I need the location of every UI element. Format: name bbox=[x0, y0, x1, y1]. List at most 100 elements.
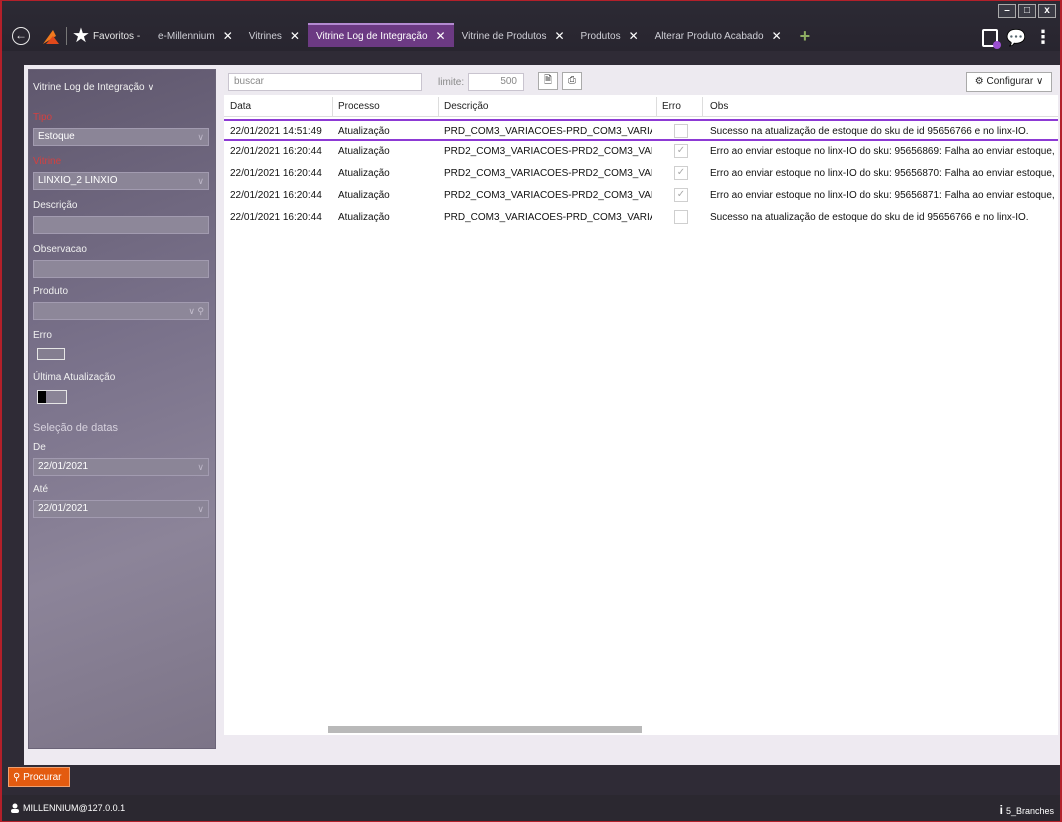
configurar-button[interactable]: ⚙ Configurar ∨ bbox=[966, 72, 1052, 92]
close-tab-icon[interactable]: ✕ bbox=[223, 29, 233, 43]
chat-icon[interactable]: 💬 bbox=[1006, 28, 1026, 48]
cell-data: 22/01/2021 16:20:44 bbox=[230, 146, 322, 157]
ate-value: 22/01/2021 bbox=[38, 503, 89, 514]
procurar-button[interactable]: ⚲ Procurar bbox=[8, 767, 70, 787]
more-menu-icon[interactable]: ⋮ bbox=[1034, 27, 1052, 48]
cell-processo: Atualização bbox=[338, 212, 390, 223]
export-icon[interactable]: 🗎 bbox=[538, 72, 558, 90]
close-tab-icon[interactable]: ✕ bbox=[554, 29, 564, 43]
observacao-input[interactable] bbox=[33, 260, 209, 278]
tab-label: Vitrines bbox=[248, 30, 282, 42]
filter-title-label: Vitrine Log de Integração bbox=[33, 82, 145, 93]
vitrine-select[interactable]: LINXIO_2 LINXIO ∨ bbox=[33, 172, 209, 190]
col-descricao[interactable]: Descrição bbox=[444, 101, 488, 112]
search-icon[interactable]: ∨ ⚲ bbox=[188, 303, 204, 319]
cell-processo: Atualização bbox=[338, 168, 390, 179]
cell-processo: Atualização bbox=[338, 126, 390, 137]
info-icon: i bbox=[999, 803, 1003, 817]
tab-label: Produtos bbox=[580, 30, 621, 42]
close-tab-icon[interactable]: ✕ bbox=[629, 29, 639, 43]
branch-label: 5_Branches bbox=[1005, 806, 1054, 816]
cell-data: 22/01/2021 16:20:44 bbox=[230, 212, 322, 223]
erro-checkbox[interactable] bbox=[674, 210, 688, 224]
table-row[interactable]: 22/01/2021 16:20:44 Atualização PRD2_COM3_… bbox=[224, 185, 1058, 207]
ultima-atualizacao-label: Última Atualização bbox=[33, 372, 116, 383]
tab-produtos[interactable]: Produtos ✕ bbox=[573, 25, 647, 47]
favorites-menu[interactable]: ★ Favoritos - bbox=[72, 25, 140, 47]
status-bar: MILLENNIUM@127.0.0.1 i 5_Branches bbox=[2, 795, 1060, 821]
descricao-input[interactable] bbox=[33, 216, 209, 234]
cell-obs: Erro ao enviar estoque no linx-IO do sku… bbox=[710, 168, 1054, 179]
cell-descricao: PRD2_COM3_VARIACOES-PRD2_COM3_VARI... bbox=[444, 146, 652, 157]
cell-processo: Atualização bbox=[338, 190, 390, 201]
divider bbox=[66, 27, 67, 45]
clipboard-icon[interactable] bbox=[982, 28, 1002, 49]
tab-e-millennium[interactable]: e-Millennium ✕ bbox=[150, 25, 241, 47]
erro-checkbox[interactable]: ✓ bbox=[674, 144, 688, 158]
horizontal-scrollbar[interactable] bbox=[328, 726, 642, 733]
cell-data: 22/01/2021 14:51:49 bbox=[230, 126, 322, 137]
cell-obs: Sucesso na atualização de estoque do sku… bbox=[710, 126, 1029, 137]
close-window-button[interactable]: x bbox=[1038, 4, 1056, 18]
ate-date-field[interactable]: 22/01/2021 ∨ bbox=[33, 500, 209, 518]
tab-vitrine-log[interactable]: Vitrine Log de Integração ✕ bbox=[307, 23, 454, 47]
app-window: – □ x ← ★ Favoritos - e-Millennium ✕ Vitr… bbox=[0, 0, 1062, 822]
produto-label: Produto bbox=[33, 286, 69, 297]
de-date-field[interactable]: 22/01/2021 ∨ bbox=[33, 458, 209, 476]
filter-panel: Vitrine Log de Integração ∨ Tipo Estoque ∨… bbox=[28, 69, 216, 749]
erro-checkbox[interactable] bbox=[674, 124, 688, 138]
erro-label: Erro bbox=[33, 330, 52, 341]
close-tab-icon[interactable]: ✕ bbox=[290, 29, 300, 43]
cell-data: 22/01/2021 16:20:44 bbox=[230, 168, 322, 179]
cell-data: 22/01/2021 16:20:44 bbox=[230, 190, 322, 201]
close-tab-icon[interactable]: ✕ bbox=[772, 29, 782, 43]
tipo-select[interactable]: Estoque ∨ bbox=[33, 128, 209, 146]
top-right-tools: 💬 ⋮ bbox=[982, 27, 1052, 49]
tab-label: Alterar Produto Acabado bbox=[654, 30, 764, 42]
maximize-button[interactable]: □ bbox=[1018, 4, 1036, 18]
user-info: MILLENNIUM@127.0.0.1 bbox=[10, 803, 125, 813]
main-content: Vitrine Log de Integração ∨ Tipo Estoque ∨… bbox=[24, 65, 1060, 765]
table-row[interactable]: 22/01/2021 16:20:44 Atualização PRD2_COM3_… bbox=[224, 163, 1058, 185]
table-row[interactable]: 22/01/2021 16:20:44 Atualização PRD2_COM3_… bbox=[224, 141, 1058, 163]
col-erro[interactable]: Erro bbox=[662, 101, 681, 112]
tipo-label: Tipo bbox=[33, 112, 53, 123]
col-obs[interactable]: Obs bbox=[710, 101, 728, 112]
search-input[interactable]: buscar bbox=[228, 73, 422, 91]
table-row[interactable]: 22/01/2021 14:51:49 Atualização PRD_COM3_V… bbox=[224, 119, 1058, 141]
col-processo[interactable]: Processo bbox=[338, 101, 380, 112]
close-tab-icon[interactable]: ✕ bbox=[436, 29, 446, 43]
table-row[interactable]: 22/01/2021 16:20:44 Atualização PRD_COM3_V… bbox=[224, 207, 1058, 229]
tab-vitrine-produtos[interactable]: Vitrine de Produtos ✕ bbox=[454, 25, 573, 47]
col-data[interactable]: Data bbox=[230, 101, 251, 112]
results-grid: buscar limite: 500 🗎 ⎙ ⚙ Configurar ∨ Da… bbox=[224, 69, 1058, 749]
produto-select[interactable]: ∨ ⚲ bbox=[33, 302, 209, 320]
chevron-down-icon: ∨ bbox=[197, 132, 204, 142]
cell-descricao: PRD_COM3_VARIACOES-PRD_COM3_VARIAC... bbox=[444, 126, 652, 137]
tab-label: Vitrine de Produtos bbox=[461, 30, 547, 42]
app-logo-icon bbox=[43, 30, 59, 44]
tab-label: e-Millennium bbox=[158, 30, 215, 42]
observacao-label: Observacao bbox=[33, 244, 87, 255]
tab-alterar-produto[interactable]: Alterar Produto Acabado ✕ bbox=[647, 25, 790, 47]
erro-toggle[interactable] bbox=[37, 348, 65, 360]
erro-checkbox[interactable]: ✓ bbox=[674, 188, 688, 202]
chevron-down-icon: ∨ bbox=[197, 176, 204, 186]
favorites-label: Favoritos - bbox=[92, 30, 141, 42]
cell-obs: Sucesso na atualização de estoque do sku… bbox=[710, 212, 1029, 223]
tabs: e-Millennium ✕ Vitrines ✕ Vitrine Log de I… bbox=[150, 23, 811, 47]
cell-descricao: PRD2_COM3_VARIACOES-PRD2_COM3_VARI... bbox=[444, 168, 652, 179]
erro-checkbox[interactable]: ✓ bbox=[674, 166, 688, 180]
branch-info: i 5_Branches bbox=[1000, 803, 1054, 817]
de-label: De bbox=[33, 442, 46, 453]
filter-title[interactable]: Vitrine Log de Integração ∨ bbox=[33, 82, 154, 93]
print-icon[interactable]: ⎙ bbox=[562, 72, 582, 90]
cell-descricao: PRD_COM3_VARIACOES-PRD_COM3_VARIAC... bbox=[444, 212, 652, 223]
tab-vitrines[interactable]: Vitrines ✕ bbox=[241, 25, 308, 47]
limit-input[interactable]: 500 bbox=[468, 73, 524, 91]
minimize-button[interactable]: – bbox=[998, 4, 1016, 18]
ultima-atualizacao-toggle[interactable] bbox=[37, 390, 67, 404]
window-controls: – □ x bbox=[998, 4, 1056, 18]
back-icon[interactable]: ← bbox=[12, 27, 30, 45]
add-tab-icon[interactable]: + bbox=[800, 26, 811, 47]
